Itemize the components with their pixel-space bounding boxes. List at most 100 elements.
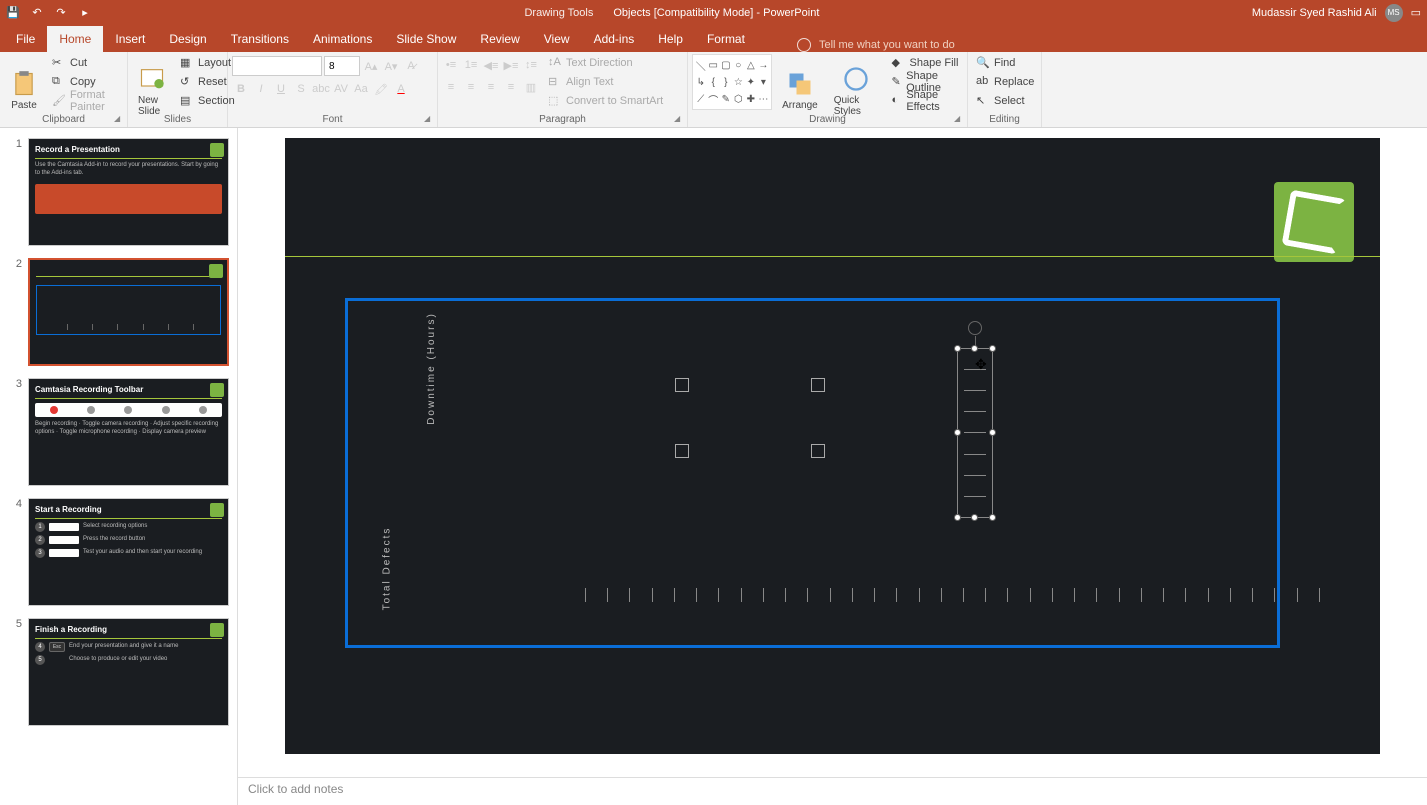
strikethrough-icon[interactable]: abc: [312, 80, 330, 98]
bucket-icon: ◆: [892, 56, 906, 70]
replace-button[interactable]: abReplace: [972, 73, 1038, 91]
resize-handle[interactable]: [954, 345, 961, 352]
resize-handle[interactable]: [989, 345, 996, 352]
shape-freeform-icon[interactable]: ✎: [720, 91, 732, 107]
shape-curve-icon[interactable]: ⟋: [695, 91, 707, 107]
slide-thumbnail-4[interactable]: Start a Recording 1Select recording opti…: [28, 498, 229, 606]
columns-icon[interactable]: ▥: [522, 78, 540, 96]
align-text-label: Align Text: [566, 76, 614, 88]
tab-transitions[interactable]: Transitions: [219, 26, 301, 52]
ribbon-display-options-icon[interactable]: ▭: [1411, 6, 1421, 19]
save-icon[interactable]: 💾: [6, 6, 20, 20]
highlight-icon[interactable]: 🖍: [372, 80, 390, 98]
shape-more-icon[interactable]: ▾: [758, 74, 770, 90]
user-avatar[interactable]: MS: [1385, 4, 1403, 22]
shape-arrow-icon[interactable]: →: [758, 57, 770, 73]
underline-icon[interactable]: U: [272, 80, 290, 98]
cut-button[interactable]: ✂Cut: [48, 54, 123, 72]
shape-circle-icon[interactable]: ○: [733, 57, 745, 73]
justify-icon[interactable]: ≡: [502, 78, 520, 96]
tell-me-search[interactable]: Tell me what you want to do: [797, 38, 955, 52]
tab-insert[interactable]: Insert: [103, 26, 157, 52]
shape-rect-icon[interactable]: ▭: [708, 57, 720, 73]
shape-brace2-icon[interactable]: }: [720, 74, 732, 90]
bold-icon[interactable]: B: [232, 80, 250, 98]
shape-star-icon[interactable]: ☆: [733, 74, 745, 90]
shape-arc-icon[interactable]: ⌒: [708, 91, 720, 107]
line-spacing-icon[interactable]: ↕≡: [522, 56, 540, 74]
start-from-beginning-icon[interactable]: ▸: [78, 6, 92, 20]
font-name-combo[interactable]: [232, 56, 322, 76]
shape-expand-icon[interactable]: ⋯: [758, 91, 770, 107]
shape-brace-icon[interactable]: {: [708, 74, 720, 90]
tab-view[interactable]: View: [532, 26, 582, 52]
notes-pane[interactable]: Click to add notes: [238, 777, 1427, 805]
shape-hexagon-icon[interactable]: ⬡: [733, 91, 745, 107]
resize-handle[interactable]: [989, 514, 996, 521]
shape-line-icon[interactable]: ＼: [695, 57, 707, 73]
tab-animations[interactable]: Animations: [301, 26, 384, 52]
slide-thumbnail-3[interactable]: Camtasia Recording Toolbar Begin recordi…: [28, 378, 229, 486]
align-right-icon[interactable]: ≡: [482, 78, 500, 96]
shape-callout-icon[interactable]: ✦: [745, 74, 757, 90]
slide-thumbnail-panel[interactable]: 1 Record a Presentation Use the Camtasia…: [0, 128, 238, 805]
undo-icon[interactable]: ↶: [30, 6, 44, 20]
font-launcher-icon[interactable]: ◢: [424, 114, 434, 124]
shapes-gallery[interactable]: ＼▭▢○△→ ↳{}☆✦▾ ⟋⌒✎⬡✚⋯: [692, 54, 772, 110]
thumb-step: Test your audio and then start your reco…: [83, 549, 202, 557]
drawing-launcher-icon[interactable]: ◢: [954, 114, 964, 124]
select-button[interactable]: ↖Select: [972, 92, 1038, 110]
layout-label: Layout: [198, 57, 231, 69]
tab-review[interactable]: Review: [468, 26, 531, 52]
clear-formatting-icon[interactable]: A̷: [402, 57, 420, 75]
tab-design[interactable]: Design: [157, 26, 218, 52]
slide-thumbnail-2[interactable]: [28, 258, 229, 366]
tab-format[interactable]: Format: [695, 26, 757, 52]
format-painter-button[interactable]: 🖌Format Painter: [48, 92, 123, 110]
paragraph-launcher-icon[interactable]: ◢: [674, 114, 684, 124]
shrink-font-icon[interactable]: A▾: [382, 57, 400, 75]
grow-font-icon[interactable]: A▴: [362, 57, 380, 75]
shadow-icon[interactable]: S: [292, 80, 310, 98]
slide-thumbnail-5[interactable]: Finish a Recording 4EscEnd your presenta…: [28, 618, 229, 726]
tab-file[interactable]: File: [4, 26, 47, 52]
shape-rounded-rect-icon[interactable]: ▢: [720, 57, 732, 73]
shape-plus-icon[interactable]: ✚: [745, 91, 757, 107]
convert-smartart-button[interactable]: ⬚Convert to SmartArt: [544, 92, 667, 110]
slide-thumbnail-1[interactable]: Record a Presentation Use the Camtasia A…: [28, 138, 229, 246]
change-case-icon[interactable]: Aa: [352, 80, 370, 98]
numbering-icon[interactable]: 1≡: [462, 56, 480, 74]
paste-label: Paste: [11, 100, 37, 111]
redo-icon[interactable]: ↷: [54, 6, 68, 20]
resize-handle[interactable]: [971, 345, 978, 352]
rotate-handle-icon[interactable]: [968, 321, 982, 335]
font-color-icon[interactable]: A: [392, 80, 410, 98]
resize-handle[interactable]: [954, 429, 961, 436]
resize-handle[interactable]: [971, 514, 978, 521]
resize-handle[interactable]: [989, 429, 996, 436]
shape-triangle-icon[interactable]: △: [745, 57, 757, 73]
camtasia-logo-icon: [209, 264, 223, 278]
font-size-combo[interactable]: [324, 56, 360, 76]
tab-slideshow[interactable]: Slide Show: [384, 26, 468, 52]
user-name[interactable]: Mudassir Syed Rashid Ali: [1252, 7, 1377, 19]
increase-indent-icon[interactable]: ▶≡: [502, 56, 520, 74]
shape-effects-button[interactable]: ◐Shape Effects: [888, 92, 963, 110]
align-left-icon[interactable]: ≡: [442, 78, 460, 96]
clipboard-launcher-icon[interactable]: ◢: [114, 114, 124, 124]
resize-handle[interactable]: [954, 514, 961, 521]
italic-icon[interactable]: I: [252, 80, 270, 98]
text-direction-button[interactable]: ↕AText Direction: [544, 54, 667, 72]
bullets-icon[interactable]: •≡: [442, 56, 460, 74]
align-text-button[interactable]: ⊟Align Text: [544, 73, 667, 91]
tab-help[interactable]: Help: [646, 26, 695, 52]
slide-canvas[interactable]: Downtime (Hours) Total Defects: [285, 138, 1380, 754]
decrease-indent-icon[interactable]: ◀≡: [482, 56, 500, 74]
selected-shape[interactable]: [957, 348, 993, 518]
find-button[interactable]: 🔍Find: [972, 54, 1038, 72]
char-spacing-icon[interactable]: AV: [332, 80, 350, 98]
tab-home[interactable]: Home: [47, 26, 103, 52]
align-center-icon[interactable]: ≡: [462, 78, 480, 96]
shape-connector-icon[interactable]: ↳: [695, 74, 707, 90]
tab-addins[interactable]: Add-ins: [582, 26, 647, 52]
